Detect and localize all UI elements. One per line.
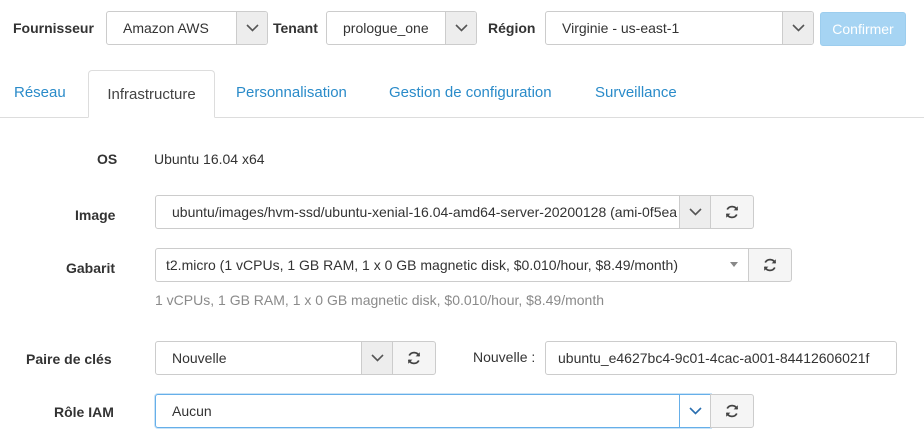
- chevron-down-icon[interactable]: [361, 342, 392, 374]
- refresh-icon: [725, 404, 739, 418]
- image-select[interactable]: ubuntu/images/hvm-ssd/ubuntu-xenial-16.0…: [155, 195, 711, 229]
- provider-label: Fournisseur: [13, 20, 94, 36]
- refresh-icon: [763, 258, 777, 272]
- chevron-down-icon[interactable]: [236, 12, 267, 44]
- gabarit-select[interactable]: t2.micro (1 vCPUs, 1 GB RAM, 1 x 0 GB ma…: [155, 248, 749, 282]
- gabarit-select-value: t2.micro (1 vCPUs, 1 GB RAM, 1 x 0 GB ma…: [166, 257, 678, 273]
- tab-infrastructure[interactable]: Infrastructure: [88, 70, 215, 118]
- region-select[interactable]: Virginie - us-east-1: [545, 11, 814, 45]
- chevron-down-icon[interactable]: [782, 12, 813, 44]
- gabarit-help-text: 1 vCPUs, 1 GB RAM, 1 x 0 GB magnetic dis…: [155, 292, 604, 308]
- gabarit-label: Gabarit: [66, 260, 116, 276]
- caret-down-icon[interactable]: [730, 262, 738, 267]
- chevron-down-icon[interactable]: [445, 12, 476, 44]
- region-select-value: Virginie - us-east-1: [562, 20, 680, 36]
- refresh-icon: [407, 351, 421, 365]
- region-label: Région: [488, 20, 536, 36]
- chevron-down-icon[interactable]: [679, 196, 710, 228]
- iam-role-refresh-button[interactable]: [710, 394, 754, 428]
- image-refresh-button[interactable]: [710, 195, 754, 229]
- iam-role-select-value: Aucun: [172, 403, 212, 419]
- tenant-label: Tenant: [273, 20, 318, 36]
- keypair-new-label: Nouvelle :: [473, 349, 536, 365]
- keypair-name-input[interactable]: ubuntu_e4627bc4-9c01-4cac-a001-844126060…: [545, 341, 897, 375]
- tab-gestion-configuration[interactable]: Gestion de configuration: [389, 84, 552, 101]
- confirm-button[interactable]: Confirmer: [820, 12, 906, 46]
- tenant-select[interactable]: prologue_one: [326, 11, 477, 45]
- image-select-value: ubuntu/images/hvm-ssd/ubuntu-xenial-16.0…: [172, 204, 678, 220]
- keypair-name-value: ubuntu_e4627bc4-9c01-4cac-a001-844126060…: [558, 350, 870, 366]
- keypair-select-value: Nouvelle: [172, 350, 227, 366]
- keypair-refresh-button[interactable]: [392, 341, 436, 375]
- keypair-label: Paire de clés: [26, 351, 112, 367]
- iam-role-label: Rôle IAM: [54, 404, 114, 420]
- os-label: OS: [97, 151, 118, 167]
- chevron-down-icon[interactable]: [679, 395, 710, 427]
- tenant-select-value: prologue_one: [343, 20, 429, 36]
- refresh-icon: [725, 205, 739, 219]
- tab-reseau[interactable]: Réseau: [14, 84, 66, 101]
- provider-select-value: Amazon AWS: [123, 20, 209, 36]
- iam-role-select[interactable]: Aucun: [155, 394, 711, 428]
- keypair-select[interactable]: Nouvelle: [155, 341, 393, 375]
- tab-surveillance[interactable]: Surveillance: [595, 84, 677, 101]
- provider-select[interactable]: Amazon AWS: [106, 11, 268, 45]
- os-value: Ubuntu 16.04 x64: [154, 151, 265, 167]
- tab-personnalisation[interactable]: Personnalisation: [236, 84, 347, 101]
- image-label: Image: [75, 207, 116, 223]
- gabarit-refresh-button[interactable]: [748, 248, 792, 282]
